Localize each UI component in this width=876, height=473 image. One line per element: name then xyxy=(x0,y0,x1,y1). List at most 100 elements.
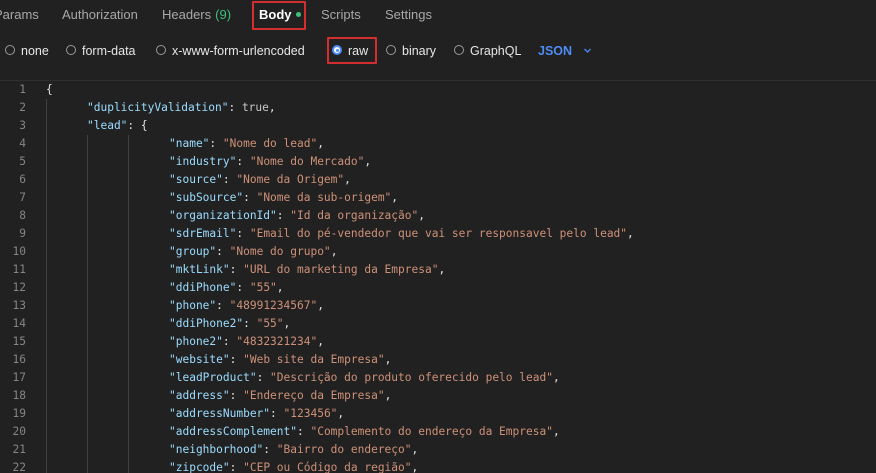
json-key: "addressComplement" xyxy=(169,425,297,438)
json-punctuation: : xyxy=(270,407,284,420)
radio-label: binary xyxy=(402,44,437,58)
json-punctuation: : xyxy=(229,263,244,276)
request-body-panel: Params Authorization Headers(9) Body Scr… xyxy=(0,0,876,473)
json-string: "Descrição do produto oferecido pelo lea… xyxy=(270,371,553,384)
json-string: "123456" xyxy=(283,407,338,420)
code-line: 14 "ddiPhone2": "55", xyxy=(0,315,876,333)
code-line: 22 "zipcode": "CEP ou Código da região", xyxy=(0,459,876,473)
json-punctuation: , xyxy=(384,389,392,402)
tab-headers[interactable]: Headers (9) xyxy=(162,0,231,31)
code-line: 1{ xyxy=(0,81,876,99)
json-punctuation: : xyxy=(222,173,237,186)
json-punctuation: , xyxy=(283,317,291,330)
line-number: 2 xyxy=(19,101,26,114)
tab-scripts[interactable]: Scripts xyxy=(321,0,361,31)
request-tabs: Params Authorization Headers(9) Body Scr… xyxy=(0,0,876,31)
line-number: 18 xyxy=(12,389,26,402)
json-punctuation: : xyxy=(236,227,250,240)
code-text: "source": "Nome da Origem", xyxy=(169,171,351,189)
json-key: "industry" xyxy=(169,155,237,168)
json-key: "group" xyxy=(169,245,217,258)
line-number: 11 xyxy=(12,263,26,276)
code-text: "ddiPhone2": "55", xyxy=(169,315,290,333)
radio-button[interactable] xyxy=(156,45,166,55)
code-line: 9 "sdrEmail": "Email do pé-vendedor que v… xyxy=(0,225,876,243)
json-boolean: true xyxy=(241,101,269,114)
chevron-down-icon xyxy=(584,48,591,53)
code-line: 15 "phone2": "4832321234", xyxy=(0,333,876,351)
json-string: "55" xyxy=(249,281,277,294)
json-punctuation: , xyxy=(344,173,351,186)
tab-params[interactable]: Params xyxy=(0,0,39,31)
tab-settings[interactable]: Settings xyxy=(385,0,432,31)
json-punctuation: , xyxy=(411,461,419,473)
json-string: "Nome do Mercado" xyxy=(249,155,365,168)
line-number: 16 xyxy=(12,353,26,366)
json-punctuation: , xyxy=(337,407,345,420)
json-key: "address" xyxy=(169,389,230,402)
line-number: 21 xyxy=(12,443,26,456)
json-string: "Email do pé-vendedor que vai ser respon… xyxy=(249,227,628,240)
code-line: 16 "website": "Web site da Empresa", xyxy=(0,351,876,369)
radio-button[interactable] xyxy=(5,45,15,55)
json-punctuation: , xyxy=(317,137,324,150)
json-punctuation: : xyxy=(256,371,271,384)
json-key: "name" xyxy=(169,137,210,150)
json-punctuation: : xyxy=(236,155,250,168)
body-tab-highlight-box xyxy=(252,1,306,30)
line-number: 20 xyxy=(12,425,26,438)
line-number: 3 xyxy=(19,119,26,132)
line-number: 5 xyxy=(19,155,26,168)
headers-count-badge: (9) xyxy=(215,7,232,22)
radio-label: x-www-form-urlencoded xyxy=(172,44,305,58)
line-number: 7 xyxy=(19,191,26,204)
format-select[interactable]: JSON xyxy=(538,36,591,66)
json-punctuation: : xyxy=(296,425,311,438)
json-key: "ddiPhone2" xyxy=(169,317,244,330)
json-key: "neighborhood" xyxy=(169,443,264,456)
json-punctuation: , xyxy=(384,353,392,366)
code-line: 21 "neighborhood": "Bairro do endereço", xyxy=(0,441,876,459)
radio-button[interactable] xyxy=(454,45,464,55)
tab-authorization[interactable]: Authorization xyxy=(62,0,138,31)
code-line: 13 "phone": "48991234567", xyxy=(0,297,876,315)
line-number: 8 xyxy=(19,209,26,222)
json-string: "Endereço da Empresa" xyxy=(243,389,385,402)
code-line: 2 "duplicityValidation": true, xyxy=(0,99,876,117)
json-punctuation: : xyxy=(263,443,277,456)
code-text: "industry": "Nome do Mercado", xyxy=(169,153,371,171)
code-line: 18 "address": "Endereço da Empresa", xyxy=(0,387,876,405)
code-line: 3 "lead": { xyxy=(0,117,876,135)
code-text: "duplicityValidation": true, xyxy=(87,99,276,117)
json-punctuation: , xyxy=(276,281,284,294)
tab-label: Authorization xyxy=(62,7,138,22)
radio-label: none xyxy=(21,44,49,58)
radio-button[interactable] xyxy=(386,45,396,55)
code-line: 4 "name": "Nome do lead", xyxy=(0,135,876,153)
line-number: 17 xyxy=(12,371,26,384)
json-key: "lead" xyxy=(87,119,128,132)
json-string: "Nome da Origem" xyxy=(236,173,345,186)
code-line: 12 "ddiPhone": "55", xyxy=(0,279,876,297)
json-punctuation: , xyxy=(391,191,399,204)
code-editor[interactable]: 1{2 "duplicityValidation": true, 3 "lead": … xyxy=(0,80,876,473)
code-line: 20 "addressComplement": "Complemento do e… xyxy=(0,423,876,441)
radio-button[interactable] xyxy=(66,45,76,55)
json-punctuation: : xyxy=(229,389,244,402)
json-punctuation: , xyxy=(418,209,425,222)
json-string: "URL do marketing da Empresa" xyxy=(243,263,439,276)
json-key: "sdrEmail" xyxy=(169,227,237,240)
json-punctuation: , xyxy=(268,101,276,114)
line-number: 4 xyxy=(19,137,26,150)
line-number: 19 xyxy=(12,407,26,420)
json-punctuation: , xyxy=(552,371,560,384)
code-text: "subSource": "Nome da sub-origem", xyxy=(169,189,398,207)
json-punctuation: , xyxy=(411,443,419,456)
line-number: 14 xyxy=(12,317,26,330)
json-punctuation: : xyxy=(243,191,257,204)
json-key: "duplicityValidation" xyxy=(87,101,229,114)
line-number: 22 xyxy=(12,461,26,473)
code-text: "group": "Nome do grupo", xyxy=(169,243,337,261)
code-text: { xyxy=(46,81,53,99)
json-punctuation: , xyxy=(552,425,560,438)
